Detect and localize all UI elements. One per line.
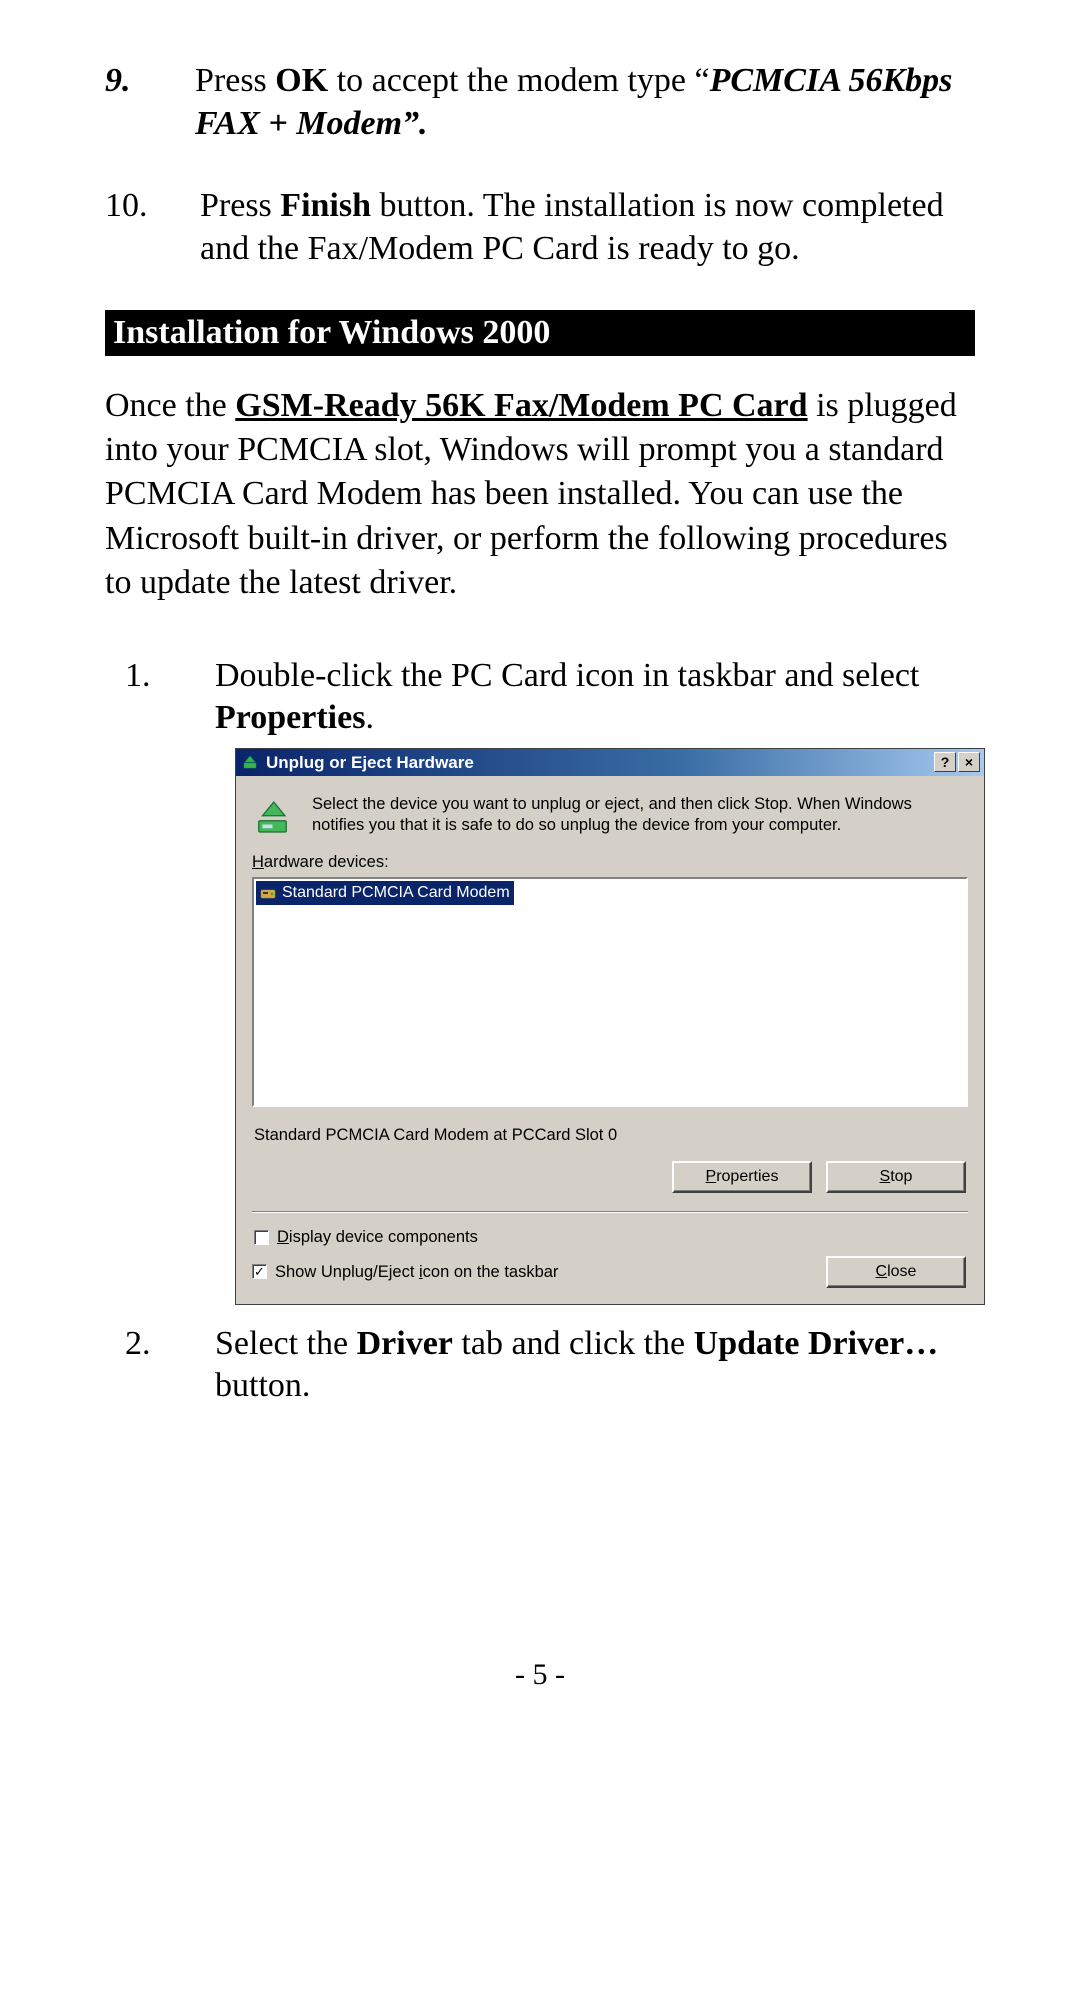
section-heading: Installation for Windows 2000 (105, 310, 975, 356)
document-page: 9. Press OK to accept the modem type “PC… (0, 0, 1080, 1732)
step-number: 1. (105, 655, 215, 1323)
list-item-label: Standard PCMCIA Card Modem (282, 883, 510, 903)
list-item[interactable]: Standard PCMCIA Card Modem (256, 881, 514, 905)
titlebar[interactable]: Unplug or Eject Hardware ? × (236, 749, 984, 776)
text: Once the (105, 387, 235, 424)
display-components-checkbox[interactable] (254, 1230, 269, 1245)
win2000-step-2: 2. Select the Driver tab and click the U… (105, 1323, 975, 1408)
dialog-description: Select the device you want to unplug or … (312, 794, 968, 840)
hardware-devices-list[interactable]: Standard PCMCIA Card Modem (252, 877, 968, 1107)
text: button. (215, 1367, 310, 1404)
product-name: GSM-Ready 56K Fax/Modem PC Card (235, 387, 807, 424)
hardware-eject-icon (242, 753, 260, 771)
text: Press (195, 62, 275, 99)
text-bold: Finish (280, 187, 371, 224)
text-bold: Properties (215, 699, 365, 736)
text: Press (200, 187, 280, 224)
device-status-line: Standard PCMCIA Card Modem at PCCard Slo… (254, 1125, 968, 1146)
properties-button[interactable]: Properties (672, 1161, 812, 1193)
button-row: Properties Stop (252, 1161, 968, 1193)
checkbox-label: Display device components (277, 1227, 478, 1248)
step-10: 10. Press Finish button. The installatio… (105, 185, 975, 270)
step-10-body: Press Finish button. The installation is… (200, 185, 975, 270)
close-icon: × (965, 754, 973, 772)
step-10-number: 10. (105, 185, 200, 270)
page-number: - 5 - (105, 1658, 975, 1692)
step-number: 2. (105, 1323, 215, 1408)
description-row: Select the device you want to unplug or … (252, 794, 968, 840)
text: . (365, 699, 374, 736)
close-button[interactable]: Close (826, 1256, 966, 1288)
show-icon-row: ✓ Show Unplug/Eject icon on the taskbar (252, 1262, 558, 1283)
step-9: 9. Press OK to accept the modem type “PC… (105, 60, 975, 145)
step-body: Select the Driver tab and click the Upda… (215, 1323, 975, 1408)
intro-paragraph: Once the GSM-Ready 56K Fax/Modem PC Card… (105, 384, 975, 605)
bottom-row: ✓ Show Unplug/Eject icon on the taskbar … (252, 1256, 968, 1288)
checkmark-icon: ✓ (254, 1265, 265, 1278)
text: Double-click the PC Card icon in taskbar… (215, 657, 919, 694)
dialog-body: Select the device you want to unplug or … (236, 776, 984, 1304)
help-icon: ? (941, 754, 950, 772)
help-button[interactable]: ? (934, 752, 956, 772)
close-button[interactable]: × (958, 752, 980, 772)
text-bold: Driver (357, 1325, 453, 1362)
text-bold: Update Driver… (694, 1325, 939, 1362)
separator (252, 1211, 968, 1213)
text-bold: OK (275, 62, 328, 99)
hardware-devices-label: Hardware devices: (252, 852, 968, 873)
dialog-screenshot: Unplug or Eject Hardware ? × (215, 748, 985, 1305)
text: to accept the modem type “ (328, 62, 709, 99)
text: tab and click the (453, 1325, 694, 1362)
unplug-eject-hardware-dialog: Unplug or Eject Hardware ? × (235, 748, 985, 1305)
step-body: Double-click the PC Card icon in taskbar… (215, 655, 985, 1323)
step-9-number: 9. (105, 60, 195, 145)
text: Select the (215, 1325, 357, 1362)
hardware-eject-icon (252, 794, 298, 840)
display-components-row: Display device components (254, 1227, 968, 1248)
modem-icon (260, 885, 276, 901)
checkbox-label: Show Unplug/Eject icon on the taskbar (275, 1262, 558, 1283)
step-9-body: Press OK to accept the modem type “PCMCI… (195, 60, 975, 145)
win2000-step-1: 1. Double-click the PC Card icon in task… (105, 655, 975, 1323)
dialog-title: Unplug or Eject Hardware (266, 752, 934, 773)
stop-button[interactable]: Stop (826, 1161, 966, 1193)
show-icon-checkbox[interactable]: ✓ (252, 1264, 267, 1279)
